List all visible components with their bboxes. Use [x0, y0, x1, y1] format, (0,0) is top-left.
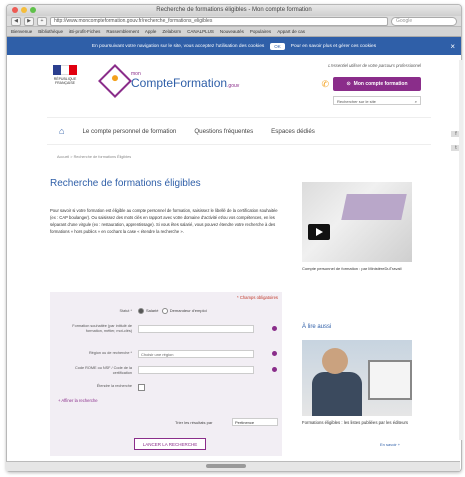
statut-options: Salarié Demandeur d'emploi [138, 308, 207, 314]
more-link[interactable]: En savoir + [380, 442, 400, 447]
republique-francaise-logo: RÉPUBLIQUE FRANÇAISE [49, 65, 81, 85]
photo-person-body [312, 372, 362, 416]
article-caption[interactable]: Formations éligibles : les listes publié… [302, 420, 414, 426]
formation-label: Formation souhaitée (par intitulé de for… [72, 324, 132, 333]
play-icon[interactable] [308, 224, 330, 240]
add-bookmark-button[interactable]: + [37, 16, 47, 26]
bookmark-item[interactable]: Bibliothèque [38, 29, 63, 34]
nav-item-compte[interactable]: Le compte personnel de formation [82, 128, 176, 135]
region-label: Région ou de recherche * [88, 351, 132, 355]
sidebar-section-title: À lire aussi [302, 324, 332, 330]
nav-item-questions[interactable]: Questions fréquentes [194, 128, 253, 135]
region-select[interactable]: Choisir une région [138, 350, 254, 358]
minimize-window-button[interactable] [21, 7, 27, 13]
cookie-banner: En poursuivant votre navigation sur le s… [7, 37, 461, 55]
cookie-more-link[interactable]: Pour en savoir plus et gérer ces cookies [291, 44, 376, 49]
search-form: * Champs obligatoires Statut * Salarié D… [50, 292, 282, 456]
logo-text: CompteFormation.gouv [131, 75, 240, 90]
title-bar: Recherche de formations éligibles - Mon … [7, 5, 461, 16]
video-thumbnail[interactable] [302, 182, 412, 262]
required-note: * Champs obligatoires [237, 295, 278, 300]
main-nav: ⌂ Le compte personnel de formation Quest… [47, 117, 431, 145]
bookmark-item[interactable]: Bienvenue [11, 29, 32, 34]
radio-demandeur[interactable] [161, 308, 168, 314]
bookmark-item[interactable]: Nouveautés [220, 29, 244, 34]
rf-label: RÉPUBLIQUE FRANÇAISE [53, 77, 77, 85]
radio-salarie[interactable] [138, 308, 144, 314]
site-header: RÉPUBLIQUE FRANÇAISE mon CompteFormation… [7, 55, 461, 117]
vertical-scrollbar[interactable] [459, 60, 463, 440]
window-title: Recherche de formations éligibles - Mon … [156, 7, 312, 13]
horizontal-scrollbar[interactable] [6, 461, 460, 471]
address-bar[interactable]: http://www.moncompteformation.gouv.fr/re… [50, 16, 388, 26]
etendre-checkbox[interactable] [138, 384, 145, 391]
bookmark-item[interactable]: Appart de cas [277, 29, 305, 34]
mon-compte-button[interactable]: ⊙ Mon compte formation [333, 77, 421, 91]
search-icon[interactable]: ⌕ [415, 97, 417, 106]
nav-item-espaces[interactable]: Espaces dédiés [271, 128, 315, 135]
sort-label: Trier les résultats par [175, 420, 213, 425]
browser-toolbar: ◀ ▶ + http://www.moncompteformation.gouv… [7, 16, 461, 27]
info-icon[interactable] [272, 367, 277, 372]
header-tagline: L'essentiel utiliser de votre parcours p… [328, 63, 421, 68]
code-label: Code ROME ou NSF / Code de la certificat… [75, 366, 132, 375]
article-photo[interactable] [302, 340, 412, 416]
back-button[interactable]: ◀ [11, 16, 21, 26]
user-icon: ⊙ [346, 81, 351, 87]
close-icon[interactable]: × [450, 42, 455, 51]
search-submit-button[interactable]: LANCER LA RECHERCHE [134, 438, 206, 450]
browser-search-field[interactable]: Google [391, 16, 457, 26]
bookmarks-bar: Bienvenue Bibliothèque iBi-profit-Fiches… [7, 27, 461, 37]
window-controls [12, 7, 36, 13]
formation-input[interactable] [138, 325, 254, 333]
bookmark-item[interactable]: CANALPLUS [187, 29, 214, 34]
site-search-input[interactable]: Rechercher sur le site ⌕ [333, 96, 421, 105]
bookmark-item[interactable]: Populaires [250, 29, 271, 34]
statut-label: Statut * [119, 309, 132, 313]
bookmark-item[interactable]: Rassemblement [106, 29, 139, 34]
sort-select[interactable]: Pertinence [232, 418, 278, 426]
scroll-thumb[interactable] [206, 464, 246, 468]
photo-screen [368, 360, 412, 400]
flag-icon [53, 65, 77, 75]
info-icon[interactable] [272, 351, 277, 356]
cookie-ok-button[interactable]: OK [270, 42, 285, 50]
code-input[interactable] [138, 366, 254, 374]
bookmark-item[interactable]: iBi-profit-Fiches [69, 29, 100, 34]
close-window-button[interactable] [12, 7, 18, 13]
page-title: Recherche de formations éligibles [50, 178, 201, 189]
affiner-link[interactable]: + Affiner la recherche [58, 398, 98, 403]
logo-diamond-icon [98, 64, 132, 98]
video-caption[interactable]: Compte personnel de formation : par Mini… [302, 266, 412, 272]
bookmark-item[interactable]: Apple [145, 29, 157, 34]
home-icon[interactable]: ⌂ [59, 126, 64, 136]
info-icon[interactable] [272, 326, 277, 331]
photo-person-head [322, 348, 348, 374]
bookmark-item[interactable]: Zelabsrm [162, 29, 181, 34]
intro-text: Pour savoir si votre formation est éligi… [50, 208, 278, 234]
zoom-window-button[interactable] [30, 7, 36, 13]
cookie-text: En poursuivant votre navigation sur le s… [91, 43, 265, 49]
forward-button[interactable]: ▶ [24, 16, 34, 26]
video-image [341, 194, 407, 220]
etendre-label: Étendre la recherche [96, 384, 132, 388]
site-logo[interactable]: mon CompteFormation.gouv [98, 64, 240, 98]
phone-icon: ✆ [321, 79, 329, 89]
breadcrumb[interactable]: Accueil > Recherche de formations Éligib… [57, 155, 461, 159]
